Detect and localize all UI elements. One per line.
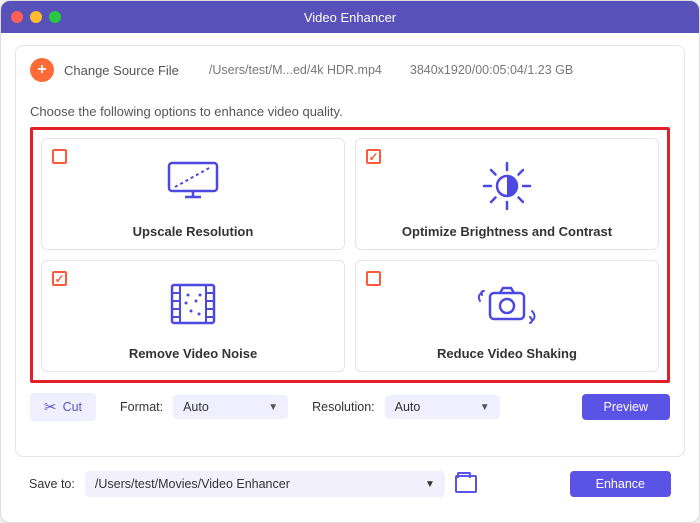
main-panel: + Change Source File /Users/test/M...ed/…: [15, 45, 685, 457]
source-meta: 3840x1920/00:05:04/1.23 GB: [410, 63, 573, 77]
scissors-icon: ✂: [44, 398, 57, 416]
sun-icon: [356, 159, 658, 213]
format-value: Auto: [183, 400, 209, 414]
option-upscale-resolution[interactable]: Upscale Resolution: [41, 138, 345, 250]
open-folder-icon[interactable]: [455, 475, 477, 493]
save-row: Save to: /Users/test/Movies/Video Enhanc…: [15, 457, 685, 497]
resolution-label: Resolution:: [312, 400, 375, 414]
resolution-select[interactable]: Auto ▼: [385, 395, 500, 419]
cut-label: Cut: [63, 400, 82, 414]
preview-button[interactable]: Preview: [582, 394, 670, 420]
options-grid: Upscale Resolution: [41, 138, 659, 372]
option-title: Reduce Video Shaking: [437, 346, 577, 361]
window-title: Video Enhancer: [11, 10, 689, 25]
chevron-down-icon: ▼: [425, 479, 435, 490]
format-select[interactable]: Auto ▼: [173, 395, 288, 419]
camera-shake-icon: [356, 281, 658, 327]
app-window: Video Enhancer + Change Source File /Use…: [0, 0, 700, 523]
add-source-icon[interactable]: +: [30, 58, 54, 82]
option-title: Optimize Brightness and Contrast: [402, 224, 612, 239]
option-remove-noise[interactable]: Remove Video Noise: [41, 260, 345, 372]
option-reduce-shaking[interactable]: Reduce Video Shaking: [355, 260, 659, 372]
option-optimize-brightness[interactable]: Optimize Brightness and Contrast: [355, 138, 659, 250]
film-icon: [42, 281, 344, 327]
chevron-down-icon: ▼: [268, 402, 278, 413]
source-row: + Change Source File /Users/test/M...ed/…: [30, 56, 670, 82]
content: + Change Source File /Users/test/M...ed/…: [1, 33, 699, 511]
chevron-down-icon: ▼: [480, 402, 490, 413]
toolbar-row: ✂ Cut Format: Auto ▼ Resolution: Auto ▼ …: [30, 393, 670, 421]
titlebar: Video Enhancer: [1, 1, 699, 33]
monitor-icon: [42, 159, 344, 203]
option-title: Remove Video Noise: [129, 346, 257, 361]
save-to-label: Save to:: [29, 477, 75, 491]
change-source-button[interactable]: Change Source File: [64, 63, 179, 78]
instructions-label: Choose the following options to enhance …: [30, 104, 670, 119]
format-label: Format:: [120, 400, 163, 414]
options-highlight: Upscale Resolution: [30, 127, 670, 383]
save-path: /Users/test/Movies/Video Enhancer: [95, 477, 290, 491]
source-path: /Users/test/M...ed/4k HDR.mp4: [209, 63, 382, 77]
resolution-value: Auto: [395, 400, 421, 414]
save-path-select[interactable]: /Users/test/Movies/Video Enhancer ▼: [85, 471, 445, 497]
option-title: Upscale Resolution: [133, 224, 254, 239]
cut-button[interactable]: ✂ Cut: [30, 393, 96, 421]
enhance-button[interactable]: Enhance: [570, 471, 671, 497]
